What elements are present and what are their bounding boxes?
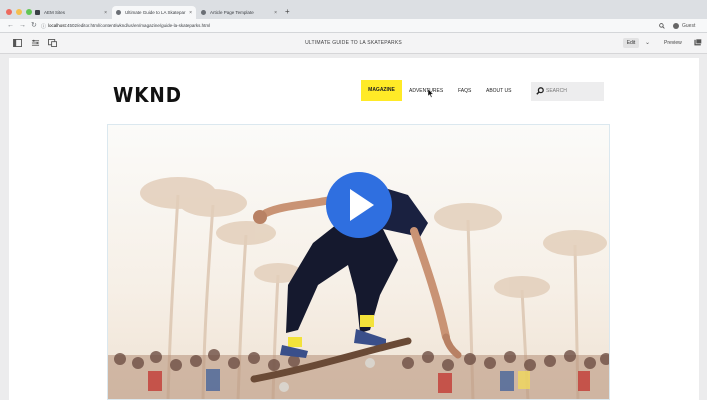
nav-about-us[interactable]: ABOUT US: [486, 88, 511, 94]
zoom-search-icon[interactable]: [659, 23, 665, 29]
edit-mode-button[interactable]: Edit: [623, 38, 639, 48]
browser-tab-aem-sites[interactable]: AEM Sites ×: [31, 6, 111, 19]
chevron-down-icon[interactable]: ⌄: [645, 39, 650, 47]
back-arrow-icon[interactable]: ←: [7, 21, 14, 31]
search-icon: [536, 87, 544, 95]
close-tab-icon[interactable]: ×: [274, 10, 277, 16]
annotations-icon[interactable]: [694, 39, 702, 47]
close-tab-icon[interactable]: ×: [189, 10, 192, 16]
window-controls: [6, 9, 32, 15]
site-logo[interactable]: WKND: [113, 83, 182, 107]
page-preview: WKND MAGAZINE ADVENTURES FAQS ABOUT US S…: [9, 58, 699, 400]
browser-tab-strip: AEM Sites × Ultimate Guide to LA Skatepa…: [0, 0, 707, 19]
close-window-button[interactable]: [6, 9, 12, 15]
preview-mode-button[interactable]: Preview: [664, 40, 682, 46]
nav-adventures[interactable]: ADVENTURES: [409, 88, 443, 94]
guest-avatar-icon[interactable]: [673, 23, 679, 29]
nav-magazine[interactable]: MAGAZINE: [361, 80, 402, 101]
globe-favicon-icon: [201, 10, 206, 15]
hero-video[interactable]: [107, 124, 610, 400]
forward-arrow-icon[interactable]: →: [19, 21, 26, 31]
guest-profile-label[interactable]: Guest: [682, 22, 695, 30]
minimize-window-button[interactable]: [16, 9, 22, 15]
reload-icon[interactable]: ↻: [31, 21, 37, 31]
site-info-icon[interactable]: ⓘ: [41, 22, 46, 32]
aem-favicon-icon: [35, 10, 40, 15]
editor-toolbar: ULTIMATE GUIDE TO LA SKATEPARKS Edit ⌄ P…: [0, 33, 707, 54]
browser-tab-skateparks[interactable]: Ultimate Guide to LA Skatepar ×: [112, 6, 196, 19]
nav-faqs[interactable]: FAQS: [458, 88, 471, 94]
page-title: ULTIMATE GUIDE TO LA SKATEPARKS: [305, 40, 402, 46]
address-bar[interactable]: localhost:4502/editor.html/content/wknd/…: [48, 22, 210, 30]
editor-canvas: WKND MAGAZINE ADVENTURES FAQS ABOUT US S…: [0, 54, 707, 400]
globe-favicon-icon: [116, 10, 121, 15]
hero-image: [108, 125, 609, 399]
search-placeholder: SEARCH: [546, 88, 567, 94]
browser-tab-article-template[interactable]: Article Page Template ×: [197, 6, 281, 19]
close-tab-icon[interactable]: ×: [104, 10, 107, 16]
browser-address-row: ← → ↻ ⓘ localhost:4502/editor.html/conte…: [0, 19, 707, 33]
mouse-cursor-icon: [428, 89, 434, 98]
search-input[interactable]: SEARCH: [531, 82, 604, 101]
new-tab-button[interactable]: +: [285, 8, 290, 16]
